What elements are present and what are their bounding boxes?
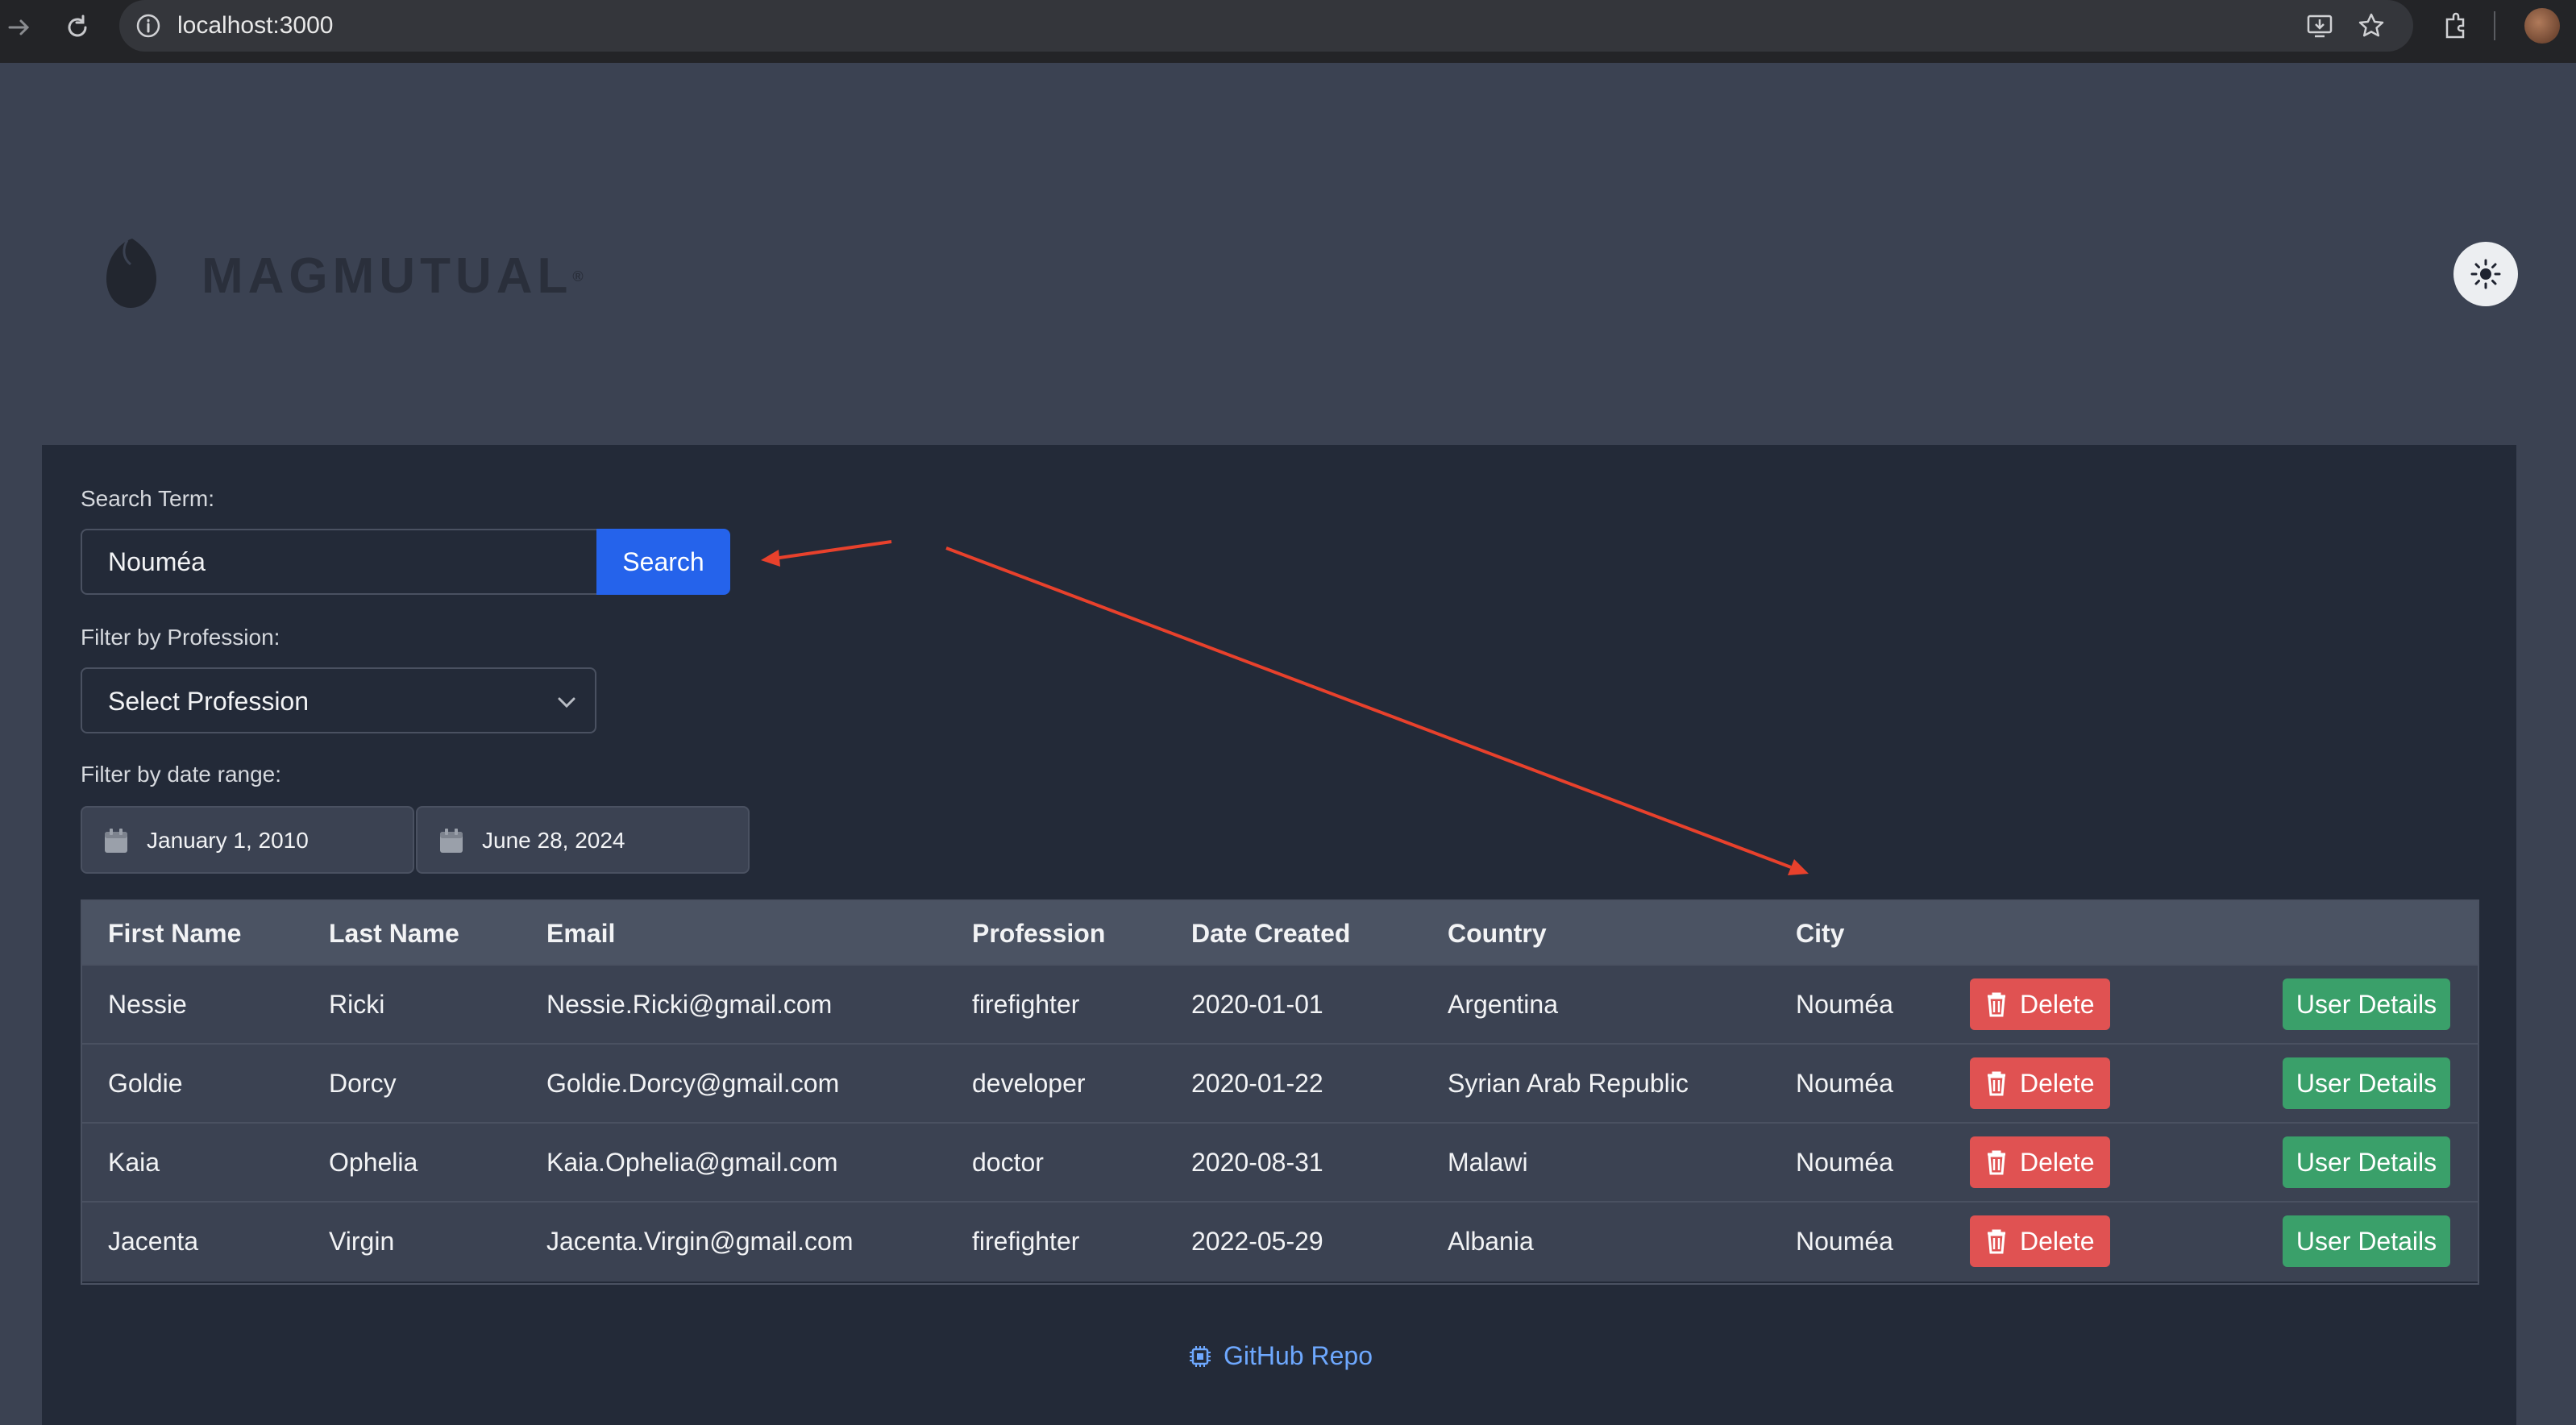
table-header-row: First Name Last Name Email Profession Da…: [82, 901, 2478, 966]
cell-country: Argentina: [1448, 990, 1558, 1019]
github-repo-label: GitHub Repo: [1224, 1341, 1373, 1370]
cell-email: Jacenta.Virgin@gmail.com: [546, 1227, 854, 1256]
date-filter-label: Filter by date range:: [81, 762, 282, 787]
cell-first-name: Jacenta: [108, 1227, 199, 1256]
cell-date-created: 2020-01-22: [1191, 1069, 1323, 1098]
trash-icon: [1988, 1229, 2005, 1254]
search-button[interactable]: Search: [596, 529, 730, 595]
cell-country: Albania: [1448, 1227, 1534, 1256]
main-panel: Search Term: Nouméa Search Filter by Pro…: [42, 445, 2516, 1425]
cell-country: Syrian Arab Republic: [1448, 1069, 1689, 1098]
trash-icon: [1988, 992, 2005, 1017]
user-details-button[interactable]: User Details: [2283, 1057, 2450, 1109]
table-row: Jacenta Virgin Jacenta.Virgin@gmail.com …: [82, 1201, 2478, 1282]
header-first-name: First Name: [108, 919, 242, 948]
search-term-label: Search Term:: [81, 486, 214, 511]
delete-button[interactable]: Delete: [1970, 1215, 2110, 1267]
end-date-picker[interactable]: June 28, 2024: [416, 806, 750, 874]
profession-filter-label: Filter by Profession:: [81, 625, 280, 650]
reload-icon[interactable]: [61, 11, 93, 44]
cell-city: Nouméa: [1796, 990, 1893, 1019]
cell-first-name: Nessie: [108, 990, 187, 1019]
browser-toolbar: localhost:3000: [0, 0, 2576, 63]
install-app-icon[interactable]: [2304, 10, 2336, 42]
chevron-down-icon: [558, 697, 575, 708]
profile-avatar[interactable]: [2524, 8, 2560, 44]
cell-date-created: 2020-08-31: [1191, 1148, 1323, 1177]
search-input[interactable]: Nouméa: [81, 529, 596, 595]
header-last-name: Last Name: [329, 919, 459, 948]
cell-first-name: Kaia: [108, 1148, 160, 1177]
cell-profession: firefighter: [972, 1227, 1080, 1256]
start-date-picker[interactable]: January 1, 2010: [81, 806, 414, 874]
user-details-button[interactable]: User Details: [2283, 978, 2450, 1030]
delete-label: Delete: [2020, 1227, 2095, 1256]
cell-profession: developer: [972, 1069, 1086, 1098]
cell-date-created: 2020-01-01: [1191, 990, 1323, 1019]
cell-last-name: Ricki: [329, 990, 385, 1019]
delete-button[interactable]: Delete: [1970, 1057, 2110, 1109]
extensions-icon[interactable]: [2439, 10, 2471, 42]
table-row: Kaia Ophelia Kaia.Ophelia@gmail.com doct…: [82, 1122, 2478, 1203]
header-profession: Profession: [972, 919, 1106, 948]
delete-label: Delete: [2020, 1069, 2095, 1098]
table-row: Nessie Ricki Nessie.Ricki@gmail.com fire…: [82, 964, 2478, 1045]
trash-icon: [1988, 1150, 2005, 1175]
delete-label: Delete: [2020, 1148, 2095, 1177]
cell-profession: doctor: [972, 1148, 1044, 1177]
logo-text: MAGMUTUAL®: [202, 248, 584, 304]
trash-icon: [1988, 1071, 2005, 1096]
delete-label: Delete: [2020, 990, 2095, 1019]
calendar-icon: [440, 829, 463, 853]
cell-city: Nouméa: [1796, 1148, 1893, 1177]
calendar-icon: [105, 829, 127, 853]
toolbar-divider: [2494, 11, 2495, 40]
cell-last-name: Virgin: [329, 1227, 395, 1256]
profession-select[interactable]: Select Profession: [81, 667, 596, 733]
table-row: Goldie Dorcy Goldie.Dorcy@gmail.com deve…: [82, 1043, 2478, 1124]
url-text: localhost:3000: [177, 12, 334, 39]
user-details-button[interactable]: User Details: [2283, 1136, 2450, 1188]
cell-city: Nouméa: [1796, 1069, 1893, 1098]
sun-icon: [2470, 259, 2501, 289]
cell-last-name: Dorcy: [329, 1069, 397, 1098]
profession-select-value: Select Profession: [108, 687, 310, 716]
end-date-value: June 28, 2024: [482, 828, 625, 853]
bookmark-star-icon[interactable]: [2355, 10, 2387, 42]
theme-toggle-button[interactable]: [2453, 242, 2518, 306]
cell-profession: firefighter: [972, 990, 1080, 1019]
users-table: First Name Last Name Email Profession Da…: [81, 899, 2479, 1285]
chip-icon: [1190, 1346, 1211, 1367]
logo-mark-icon: [106, 239, 156, 308]
user-details-button[interactable]: User Details: [2283, 1215, 2450, 1267]
header-city: City: [1796, 919, 1845, 948]
site-info-icon[interactable]: [134, 11, 163, 40]
cell-date-created: 2022-05-29: [1191, 1227, 1323, 1256]
header-country: Country: [1448, 919, 1547, 948]
cell-country: Malawi: [1448, 1148, 1528, 1177]
cell-email: Goldie.Dorcy@gmail.com: [546, 1069, 840, 1098]
cell-last-name: Ophelia: [329, 1148, 418, 1177]
cell-email: Nessie.Ricki@gmail.com: [546, 990, 833, 1019]
header-date-created: Date Created: [1191, 919, 1351, 948]
cell-city: Nouméa: [1796, 1227, 1893, 1256]
cell-email: Kaia.Ophelia@gmail.com: [546, 1148, 838, 1177]
delete-button[interactable]: Delete: [1970, 978, 2110, 1030]
start-date-value: January 1, 2010: [147, 828, 309, 853]
forward-arrow-icon[interactable]: [3, 11, 35, 44]
address-bar[interactable]: localhost:3000: [119, 0, 2413, 52]
header-email: Email: [546, 919, 616, 948]
cell-first-name: Goldie: [108, 1069, 183, 1098]
delete-button[interactable]: Delete: [1970, 1136, 2110, 1188]
